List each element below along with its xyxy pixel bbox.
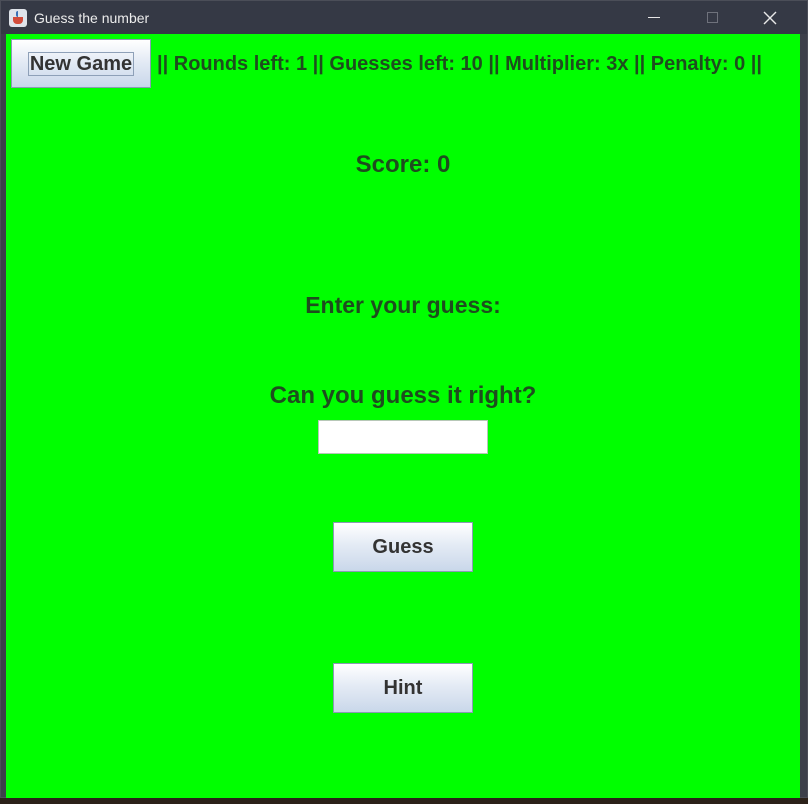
close-icon xyxy=(763,11,777,24)
score-label: Score: 0 xyxy=(355,151,451,178)
guess-input[interactable] xyxy=(318,420,488,454)
feedback-message: Can you guess it right? xyxy=(269,382,537,409)
new-game-button[interactable]: New Game xyxy=(11,39,151,88)
desktop-background-bottom xyxy=(0,797,808,804)
app-window: Guess the number New Game || Rounds left… xyxy=(0,0,808,798)
title-bar[interactable]: Guess the number xyxy=(1,1,807,34)
minimize-icon xyxy=(648,17,660,18)
maximize-button[interactable] xyxy=(683,1,741,34)
game-status-text: || Rounds left: 1 || Guesses left: 10 ||… xyxy=(157,53,762,75)
game-panel: New Game || Rounds left: 1 || Guesses le… xyxy=(6,34,800,798)
hint-button[interactable]: Hint xyxy=(333,663,473,713)
close-button[interactable] xyxy=(741,1,799,34)
java-app-icon xyxy=(9,9,27,27)
guess-button[interactable]: Guess xyxy=(333,522,473,572)
new-game-label: New Game xyxy=(27,51,135,76)
minimize-button[interactable] xyxy=(625,1,683,34)
window-title: Guess the number xyxy=(34,10,150,26)
guess-prompt-label: Enter your guess: xyxy=(305,292,501,318)
maximize-icon xyxy=(706,12,718,23)
